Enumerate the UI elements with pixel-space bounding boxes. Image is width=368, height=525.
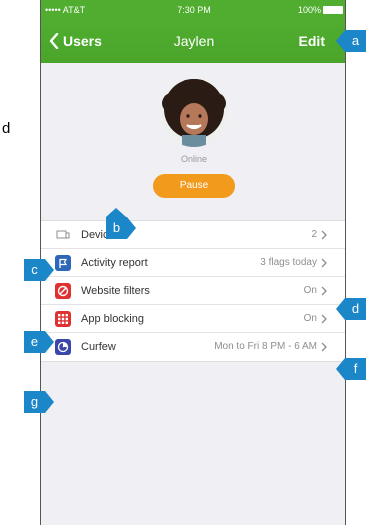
chevron-right-icon [321, 342, 327, 352]
settings-list: Devices 2 Activity report 3 flags today … [41, 220, 345, 362]
grid-icon [55, 311, 71, 327]
devices-icon [55, 227, 71, 243]
callout-a: a [345, 30, 366, 52]
flag-icon [55, 255, 71, 271]
callout-c: c [24, 259, 45, 281]
list-item-activity-report[interactable]: Activity report 3 flags today [41, 249, 345, 277]
profile-section: Online Pause [41, 63, 345, 218]
pause-button[interactable]: Pause [153, 174, 235, 198]
list-item-curfew[interactable]: Curfew Mon to Fri 8 PM - 6 AM [41, 333, 345, 361]
row-value: Mon to Fri 8 PM - 6 AM [214, 341, 317, 352]
callout-b: b [106, 217, 127, 239]
callout-e-arrow [45, 331, 54, 353]
list-item-devices[interactable]: Devices 2 [41, 221, 345, 249]
row-value: On [303, 285, 317, 296]
callout-b-arrow [106, 208, 126, 217]
callout-d: d [345, 298, 366, 320]
row-value: 2 [311, 229, 317, 240]
callout-f-arrow [336, 358, 345, 380]
callout-b-arrow-right [127, 217, 136, 239]
chevron-right-icon [321, 258, 327, 268]
callout-g-arrow [45, 391, 54, 413]
row-label: Website filters [81, 285, 150, 297]
callout-d-arrow [336, 298, 345, 320]
avatar-image [160, 79, 228, 147]
chevron-right-icon [321, 286, 327, 296]
callout-e: e [24, 331, 45, 353]
page: d ••••• AT&T 7:30 PM 100% Users Jaylen E… [0, 0, 368, 525]
avatar [160, 79, 228, 147]
row-label: Curfew [81, 341, 116, 353]
callout-g: g [24, 391, 45, 413]
list-item-website-filters[interactable]: Website filters On [41, 277, 345, 305]
block-icon [55, 283, 71, 299]
margin-letter: d [2, 120, 11, 137]
online-status: Online [180, 154, 207, 164]
row-label: App blocking [81, 313, 144, 325]
row-value: 3 flags today [260, 257, 317, 268]
battery-icon [323, 6, 343, 14]
callout-a-arrow [336, 30, 345, 52]
row-value: On [303, 313, 317, 324]
clock-icon [55, 339, 71, 355]
chevron-right-icon [321, 230, 327, 240]
row-label: Activity report [81, 257, 148, 269]
edit-button[interactable]: Edit [299, 33, 325, 49]
navigation-bar: Users Jaylen Edit [41, 20, 345, 63]
callout-f: f [345, 358, 366, 380]
battery-label: 100% [297, 5, 321, 15]
chevron-right-icon [321, 314, 327, 324]
list-item-app-blocking[interactable]: App blocking On [41, 305, 345, 333]
callout-c-arrow [45, 259, 54, 281]
phone-screen: ••••• AT&T 7:30 PM 100% Users Jaylen Edi… [40, 0, 346, 525]
status-bar: ••••• AT&T 7:30 PM 100% [41, 0, 345, 20]
